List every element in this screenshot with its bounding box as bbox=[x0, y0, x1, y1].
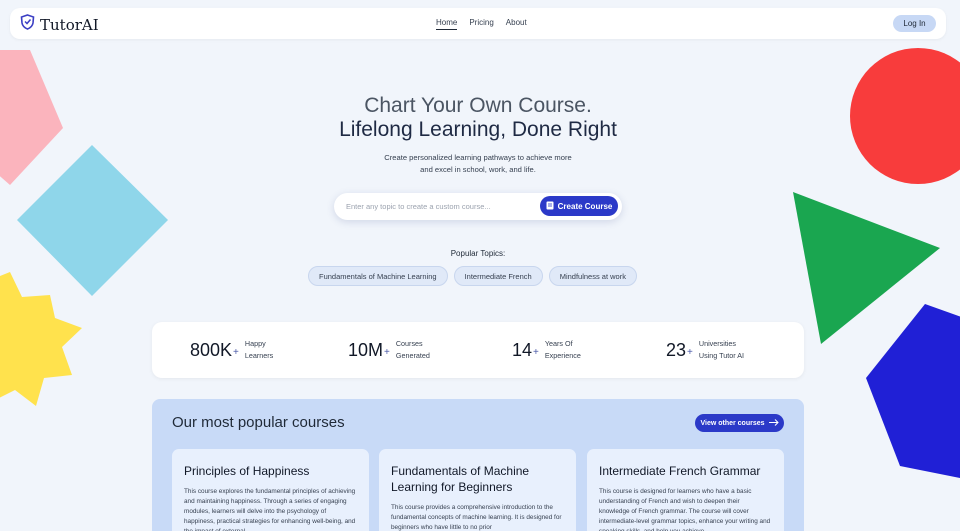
course-card-title: Principles of Happiness bbox=[184, 464, 310, 478]
view-other-courses-button[interactable]: View other courses bbox=[695, 414, 784, 432]
blue-pentagon-shape bbox=[866, 304, 960, 478]
course-card-description: This course explores the fundamental pri… bbox=[184, 488, 356, 531]
stat-label-line2: Experience bbox=[544, 351, 581, 360]
popular-topics-label: Popular Topics: bbox=[450, 249, 506, 258]
stat-label-line2: Learners bbox=[244, 351, 274, 360]
login-button[interactable]: Log In bbox=[893, 15, 936, 32]
stat-label: Years Of Experience bbox=[545, 338, 605, 362]
stat-label-line2: Generated bbox=[395, 351, 430, 360]
brand-logo[interactable]: TutorAI bbox=[20, 14, 99, 35]
topic-search-input[interactable] bbox=[346, 199, 536, 213]
nav-link-pricing[interactable]: Pricing bbox=[469, 18, 493, 30]
book-icon bbox=[546, 201, 554, 212]
stat-label-line1: Happy bbox=[244, 339, 266, 348]
stat-plus: + bbox=[533, 346, 539, 358]
popular-topics-list: Fundamentals of Machine Learning Interme… bbox=[308, 266, 637, 286]
course-card-description: This course is designed for learners who… bbox=[599, 488, 771, 531]
stat-happy-learners: 800K + Happy Learners bbox=[190, 338, 305, 362]
stat-label-line1: Courses bbox=[395, 339, 423, 348]
stat-label-line1: Years Of bbox=[544, 339, 573, 348]
hero-title-line2: Lifelong Learning, Done Right bbox=[339, 118, 617, 141]
popular-courses-section: Our most popular courses View other cour… bbox=[152, 399, 804, 531]
course-card[interactable]: Intermediate French Grammar This course … bbox=[587, 449, 784, 531]
arrow-right-icon bbox=[768, 418, 779, 428]
stat-number: 23 bbox=[666, 339, 687, 360]
stat-label-line1: Universities bbox=[698, 339, 737, 348]
create-course-label: Create Course bbox=[557, 201, 613, 211]
nav-links: Home Pricing About bbox=[436, 18, 527, 30]
stat-number: 14 bbox=[512, 339, 533, 360]
create-course-button[interactable]: Create Course bbox=[540, 196, 618, 216]
hero-subtitle-line2: and excel in school, work, and life. bbox=[420, 165, 536, 174]
stat-number: 10M bbox=[348, 339, 384, 360]
course-card[interactable]: Principles of Happiness This course expl… bbox=[172, 449, 369, 531]
stat-label: Universities Using Tutor AI bbox=[699, 338, 769, 362]
stat-label-line2: Using Tutor AI bbox=[698, 351, 745, 360]
course-card[interactable]: Fundamentals of Machine Learning for Beg… bbox=[379, 449, 576, 531]
popular-courses-title: Our most popular courses bbox=[172, 414, 345, 431]
yellow-star-shape bbox=[0, 272, 82, 406]
stat-label: Courses Generated bbox=[396, 338, 456, 362]
top-navbar: TutorAI Home Pricing About Log In bbox=[10, 8, 946, 39]
stats-panel: 800K + Happy Learners 10M + Courses Gene… bbox=[152, 322, 804, 378]
course-search-bar: Create Course bbox=[334, 193, 622, 220]
nav-link-home[interactable]: Home bbox=[436, 18, 458, 30]
topic-chip[interactable]: Mindfulness at work bbox=[548, 266, 637, 286]
hero-subtitle: Create personalized learning pathways to… bbox=[0, 152, 956, 176]
stat-plus: + bbox=[384, 346, 390, 358]
stat-plus: + bbox=[687, 346, 693, 358]
brand-name: TutorAI bbox=[40, 15, 99, 34]
view-other-courses-label: View other courses bbox=[700, 419, 765, 427]
green-triangle-shape bbox=[793, 192, 940, 344]
stat-courses-generated: 10M + Courses Generated bbox=[348, 338, 456, 362]
hero-subtitle-line1: Create personalized learning pathways to… bbox=[384, 153, 572, 162]
stat-label: Happy Learners bbox=[245, 338, 305, 362]
nav-link-about[interactable]: About bbox=[506, 18, 527, 30]
stat-number: 800K bbox=[190, 339, 233, 360]
topic-chip[interactable]: Fundamentals of Machine Learning bbox=[308, 266, 448, 286]
course-card-description: This course provides a comprehensive int… bbox=[391, 504, 562, 531]
course-card-title: Fundamentals of Machine Learning for Beg… bbox=[391, 464, 530, 494]
stat-universities: 23 + Universities Using Tutor AI bbox=[666, 338, 769, 362]
shield-logo-icon bbox=[20, 14, 35, 35]
stat-plus: + bbox=[233, 346, 239, 358]
topic-chip[interactable]: Intermediate French bbox=[453, 266, 543, 286]
hero-title-line1: Chart Your Own Course. bbox=[364, 94, 592, 117]
course-card-title: Intermediate French Grammar bbox=[599, 464, 761, 478]
stat-years-experience: 14 + Years Of Experience bbox=[512, 338, 605, 362]
